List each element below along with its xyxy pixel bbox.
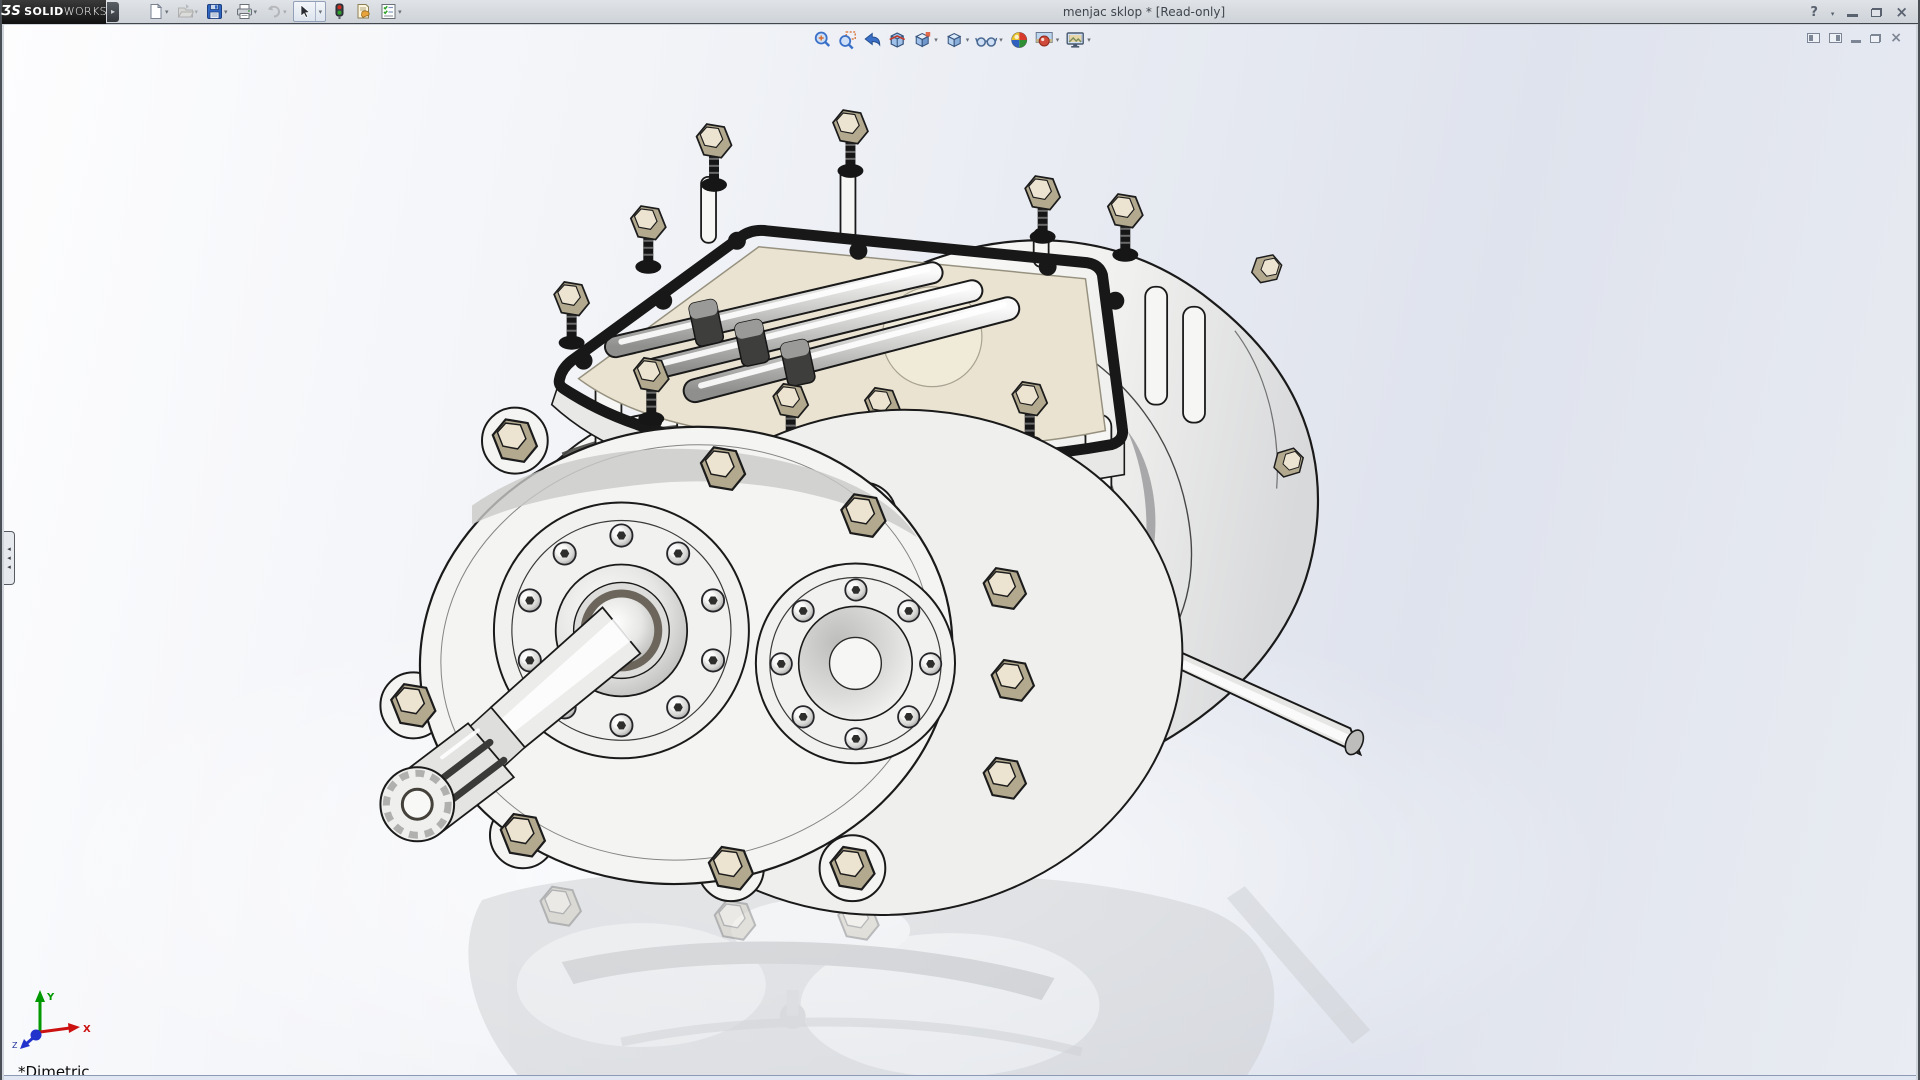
close-button[interactable]: ×	[1895, 5, 1908, 20]
zoom-to-fit-icon	[812, 30, 832, 50]
traffic-light-icon	[332, 3, 347, 20]
print-button[interactable]: ▾	[234, 1, 260, 23]
select-button[interactable]: ▾	[293, 1, 327, 22]
display-style-icon	[944, 30, 964, 50]
dassault-mark-icon: ƷS	[1, 4, 21, 19]
zoom-to-area-icon	[837, 30, 857, 50]
apply-scene-icon	[1034, 30, 1054, 50]
file-properties-icon	[355, 3, 372, 20]
dropdown-arrow-icon[interactable]: ▾	[998, 36, 1004, 44]
help-dropdown-icon[interactable]: ▾	[1831, 7, 1835, 18]
new-document-icon	[147, 3, 164, 20]
select-dropdown[interactable]: ▾	[315, 2, 326, 21]
view-orientation-icon	[912, 30, 932, 50]
save-button[interactable]: ▾	[204, 1, 230, 23]
new-document-button[interactable]: ▾	[145, 1, 171, 23]
select-cursor-icon	[297, 4, 312, 19]
solidworks-logo: ƷS SOLIDWORKS	[2, 0, 106, 24]
view-orientation-button[interactable]: ▾	[911, 29, 940, 51]
right-flange	[756, 563, 955, 763]
collapse-arrow-icon: ◂	[7, 564, 11, 571]
window-controls: ? ▾ ×	[1810, 0, 1908, 24]
rebuild-button[interactable]	[330, 1, 349, 23]
previous-view-icon	[862, 30, 882, 50]
graphics-area[interactable]: ▾ ▾ ▾	[4, 25, 1916, 1080]
solidworks-window: ƷS SOLIDWORKS ▸ ▾ ▾	[0, 0, 1920, 1080]
edit-appearance-button[interactable]	[1008, 29, 1030, 51]
title-bar: ƷS SOLIDWORKS ▸ ▾ ▾	[2, 0, 1918, 24]
feature-pane-collapsed-tab[interactable]: ◂ ◂ ◂	[4, 531, 15, 585]
dropdown-arrow-icon[interactable]: ▾	[933, 36, 939, 44]
status-bar-edge	[4, 1075, 1916, 1080]
reference-triad: Y X Z	[10, 988, 94, 1054]
restore-document-button[interactable]	[1870, 34, 1881, 43]
triad-x-label: X	[83, 1024, 91, 1035]
dropdown-arrow-icon[interactable]: ▾	[254, 7, 258, 16]
dropdown-arrow-icon[interactable]: ▾	[398, 7, 402, 16]
zoom-to-fit-button[interactable]	[811, 29, 833, 51]
zoom-to-area-button[interactable]	[836, 29, 858, 51]
triad-z-label: Z	[12, 1041, 18, 1050]
dropdown-arrow-icon[interactable]: ▾	[965, 36, 971, 44]
undo-button[interactable]: ▾	[263, 1, 289, 23]
print-icon	[236, 3, 253, 20]
minimize-document-button[interactable]	[1851, 40, 1861, 43]
rear-flange-bolt	[1250, 252, 1283, 286]
open-document-button[interactable]: ▾	[175, 1, 201, 23]
expand-right-pane-button[interactable]	[1829, 33, 1842, 43]
dropdown-arrow-icon[interactable]: ▾	[224, 7, 228, 16]
section-view-icon	[887, 30, 907, 50]
collapse-arrow-icon: ◂	[7, 555, 11, 562]
view-settings-button[interactable]: ▾	[1064, 29, 1093, 51]
open-document-icon	[177, 3, 194, 20]
dropdown-arrow-icon[interactable]: ▾	[1086, 36, 1092, 44]
dropdown-arrow-icon[interactable]: ▾	[283, 7, 287, 16]
appearance-ball-icon	[1009, 30, 1029, 50]
dropdown-arrow-icon[interactable]: ▾	[165, 7, 169, 16]
model-canvas[interactable]	[4, 25, 1916, 1080]
file-properties-button[interactable]	[353, 1, 374, 23]
options-icon	[380, 3, 397, 20]
document-window-controls: ×	[1807, 31, 1902, 45]
triad-y-label: Y	[46, 992, 55, 1003]
close-document-button[interactable]: ×	[1890, 31, 1902, 45]
dropdown-arrow-icon[interactable]: ▾	[195, 7, 199, 16]
hide-show-items-button[interactable]: ▾	[974, 29, 1005, 51]
dropdown-arrow-icon[interactable]: ▾	[1055, 36, 1061, 44]
eyeglasses-icon	[975, 30, 997, 50]
minimize-button[interactable]	[1847, 14, 1858, 17]
undo-icon	[265, 3, 282, 20]
brand-name: SOLIDWORKS	[24, 5, 107, 18]
display-style-button[interactable]: ▾	[943, 29, 972, 51]
window-title: menjac sklop * [Read-only]	[1063, 0, 1225, 24]
options-button[interactable]: ▾	[378, 1, 404, 23]
section-view-button[interactable]	[886, 29, 908, 51]
view-settings-icon	[1065, 30, 1085, 50]
apply-scene-button[interactable]: ▾	[1033, 29, 1062, 51]
heads-up-view-toolbar: ▾ ▾ ▾	[811, 29, 1093, 51]
save-icon	[206, 3, 223, 20]
collapse-arrow-icon: ◂	[7, 546, 11, 553]
previous-view-button[interactable]	[861, 29, 883, 51]
main-toolbar: ▾ ▾ ▾	[145, 0, 404, 24]
restore-button[interactable]	[1871, 8, 1882, 17]
help-button[interactable]: ?	[1810, 5, 1818, 20]
collapse-left-pane-button[interactable]	[1807, 33, 1820, 43]
menu-expand-tab[interactable]: ▸	[107, 2, 119, 22]
